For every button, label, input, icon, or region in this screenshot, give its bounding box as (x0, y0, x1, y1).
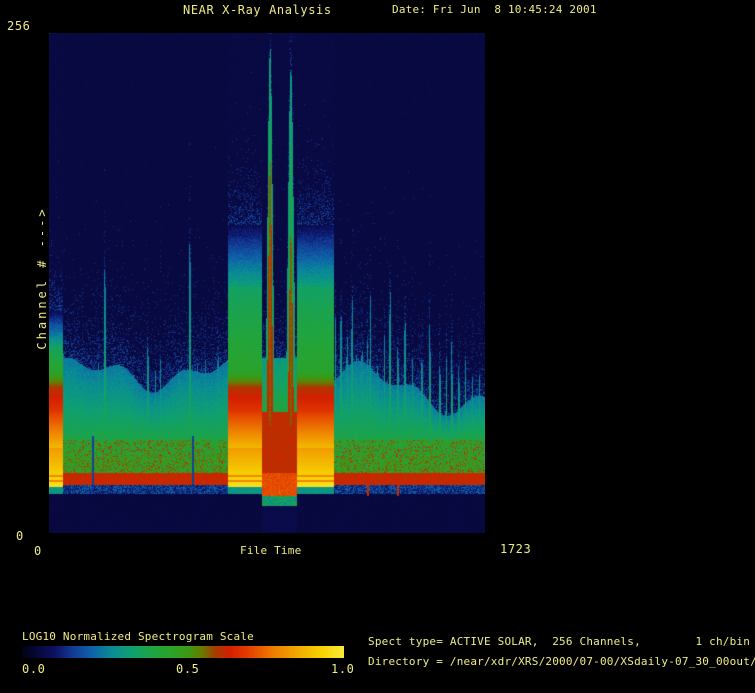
date-label: Date: Fri Jun 8 10:45:24 2001 (392, 4, 597, 16)
colorbar-gradient (22, 646, 344, 658)
near-xray-analysis-window: NEAR X-Ray Analysis Date: Fri Jun 8 10:4… (0, 0, 755, 693)
x-axis-max-label: 1723 (500, 543, 531, 556)
colorbar-tick-max: 1.0 (331, 663, 354, 676)
y-axis-min-label: 0 (16, 530, 24, 543)
y-axis-title: Channel # ---> (35, 206, 49, 349)
colorbar-title: LOG10 Normalized Spectrogram Scale (22, 631, 254, 643)
y-axis-max-label: 256 (7, 20, 30, 33)
colorbar-tick-min: 0.0 (22, 663, 45, 676)
x-axis-title: File Time (240, 545, 301, 557)
spectrogram-plot-area (49, 33, 485, 533)
spectrogram-canvas (49, 33, 485, 533)
spect-type-info: Spect type= ACTIVE SOLAR, 256 Channels, … (368, 636, 750, 648)
x-axis-min-label: 0 (34, 545, 42, 558)
page-title: NEAR X-Ray Analysis (183, 4, 332, 17)
colorbar-tick-mid: 0.5 (176, 663, 199, 676)
directory-info: Directory = /near/xdr/XRS/2000/07-00/XSd… (368, 656, 755, 668)
